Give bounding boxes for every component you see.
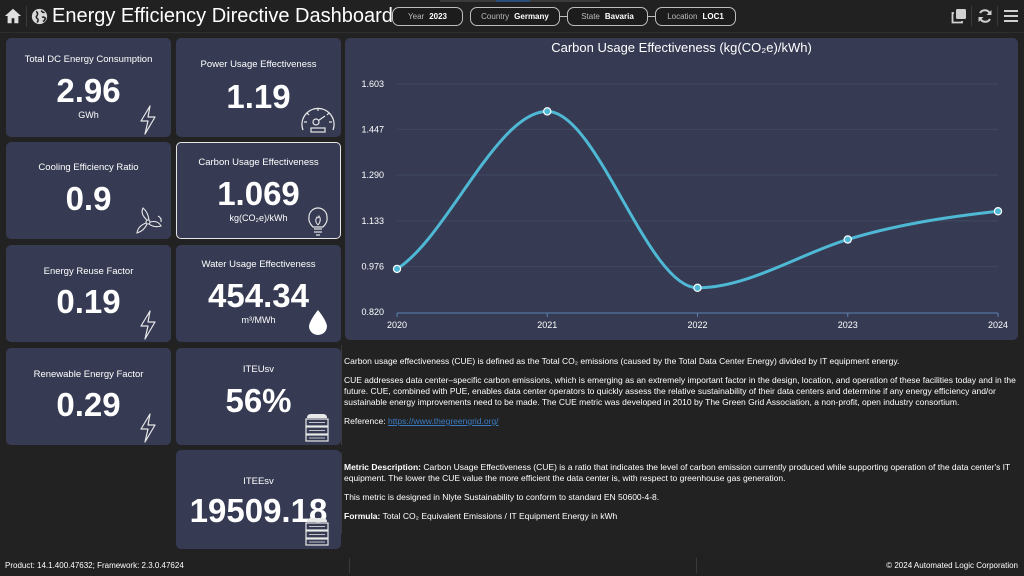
y-tick-label: 1.290 — [361, 170, 384, 180]
page-title: Energy Efficiency Directive Dashboard — [52, 5, 393, 27]
divider — [971, 6, 972, 26]
divider — [26, 6, 27, 27]
card-wue[interactable]: Water Usage Effectiveness 454.34 m³/MWh — [176, 245, 341, 342]
description-paragraph: CUE addresses data center–specific carbo… — [344, 375, 1016, 407]
copy-icon[interactable] — [951, 8, 967, 24]
card-iteesv[interactable]: ITEEsv 19509.18 — [176, 450, 341, 549]
x-tick-label: 2022 — [687, 320, 707, 330]
description-paragraph: Carbon usage effectiveness (CUE) is defi… — [344, 356, 900, 366]
year-filter-value: 2023 — [429, 12, 447, 21]
top-bar: Energy Efficiency Directive Dashboard Ye… — [0, 0, 1024, 33]
card-title: Water Usage Effectiveness — [201, 259, 316, 270]
divider — [696, 558, 697, 573]
x-tick-label: 2024 — [988, 320, 1008, 330]
lightbulb-icon — [308, 207, 328, 236]
data-point — [693, 283, 702, 293]
reference-line: Reference: https://www.thegreengrid.org/ — [344, 416, 1016, 427]
formula-value: Total CO₂ Equivalent Emissions / IT Equi… — [382, 511, 618, 521]
filter-connector — [560, 16, 567, 17]
card-total-dc-energy[interactable]: Total DC Energy Consumption 2.96 GWh — [6, 38, 171, 137]
card-title: Total DC Energy Consumption — [24, 54, 153, 65]
card-title: Energy Reuse Factor — [43, 266, 134, 277]
y-tick-label: 1.447 — [361, 124, 384, 134]
country-filter-value: Germany — [514, 12, 549, 21]
y-tick-label: 1.133 — [361, 216, 384, 226]
year-filter[interactable]: Year 2023 — [392, 7, 463, 26]
metric-label: Metric Description: — [344, 462, 421, 472]
menu-icon[interactable] — [1003, 8, 1019, 24]
series-line — [395, 109, 1000, 290]
filter-bar: Year 2023 Country Germany State Bavaria … — [392, 7, 736, 26]
y-tick-label: 1.603 — [361, 79, 384, 89]
card-title: Power Usage Effectiveness — [200, 59, 317, 70]
footer: Product: 14.1.400.47632; Framework: 2.3.… — [0, 553, 1024, 576]
card-iteusv[interactable]: ITEUsv 56% — [176, 348, 341, 445]
card-title: Carbon Usage Effectiveness — [198, 157, 319, 168]
country-filter-label: Country — [481, 12, 510, 21]
card-renewable-energy[interactable]: Renewable Energy Factor 0.29 — [6, 348, 171, 445]
water-drop-icon — [309, 310, 327, 335]
cue-line-chart: 1.603 1.447 1.290 1.133 0.976 0.8202020 2021 20… — [361, 79, 1008, 330]
data-point — [843, 235, 852, 244]
metric-text: Carbon Usage Effectiveness (CUE) is a ra… — [344, 462, 1011, 483]
year-filter-label: Year — [408, 12, 425, 21]
metric-description: Metric Description: Carbon Usage Effecti… — [344, 462, 1016, 530]
filter-connector — [648, 16, 655, 17]
version-info: Product: 14.1.400.47632; Framework: 2.3.… — [5, 561, 184, 570]
metric-description-text: Metric Description: Carbon Usage Effecti… — [344, 462, 1016, 484]
location-filter[interactable]: Location LOC1 — [655, 7, 736, 26]
cue-description: Carbon usage effectiveness (CUE) is defi… — [344, 356, 1016, 435]
state-filter[interactable]: State Bavaria — [567, 7, 648, 26]
data-point — [993, 207, 1003, 216]
reference-link[interactable]: https://www.thegreengrid.org/ — [388, 416, 499, 426]
lightning-icon — [140, 105, 156, 135]
globe-icon — [31, 8, 48, 25]
country-filter[interactable]: Country Germany — [470, 7, 560, 26]
card-title: ITEUsv — [242, 364, 275, 375]
location-filter-value: LOC1 — [702, 12, 724, 21]
card-pue[interactable]: Power Usage Effectiveness 1.19 — [176, 38, 341, 137]
location-filter-label: Location — [667, 12, 698, 21]
fan-icon — [136, 207, 162, 234]
y-tick-label: 0.820 — [361, 307, 384, 317]
data-point — [392, 264, 402, 274]
state-filter-label: State — [581, 12, 600, 21]
divider — [341, 345, 342, 445]
tab-strip-active — [496, 0, 530, 2]
standard-text: This metric is designed in Nlyte Sustain… — [344, 492, 660, 502]
divider — [349, 558, 350, 573]
state-filter-value: Bavaria — [604, 12, 634, 21]
x-tick-label: 2020 — [387, 320, 407, 330]
reference-label: Reference: — [344, 416, 386, 426]
lightning-icon — [140, 413, 156, 443]
formula-text: Formula: Total CO₂ Equivalent Emissions … — [344, 511, 1016, 522]
y-tick-label: 0.976 — [361, 262, 384, 272]
server-icon — [305, 414, 329, 442]
copyright: © 2024 Automated Logic Corporation — [886, 561, 1018, 570]
formula-label: Formula: — [344, 511, 381, 521]
divider — [997, 6, 998, 26]
card-title: ITEEsv — [243, 476, 274, 487]
card-cue[interactable]: Carbon Usage Effectiveness 1.069 kg(CO₂e… — [176, 142, 341, 239]
card-cooling-efficiency[interactable]: Cooling Efficiency Ratio 0.9 — [6, 142, 171, 239]
data-point — [543, 107, 552, 116]
speedometer-icon — [301, 107, 335, 133]
home-icon[interactable] — [4, 7, 22, 25]
card-energy-reuse[interactable]: Energy Reuse Factor 0.19 — [6, 245, 171, 342]
divider — [341, 452, 342, 534]
x-tick-label: 2023 — [838, 320, 858, 330]
server-icon — [305, 518, 329, 546]
x-tick-label: 2021 — [537, 320, 557, 330]
card-title: Renewable Energy Factor — [33, 369, 144, 380]
card-title: Cooling Efficiency Ratio — [38, 162, 139, 173]
cue-chart-panel: Carbon Usage Effectiveness (kg(CO₂e)/kWh… — [345, 38, 1018, 340]
lightning-icon — [140, 310, 156, 340]
refresh-icon[interactable] — [977, 8, 993, 24]
